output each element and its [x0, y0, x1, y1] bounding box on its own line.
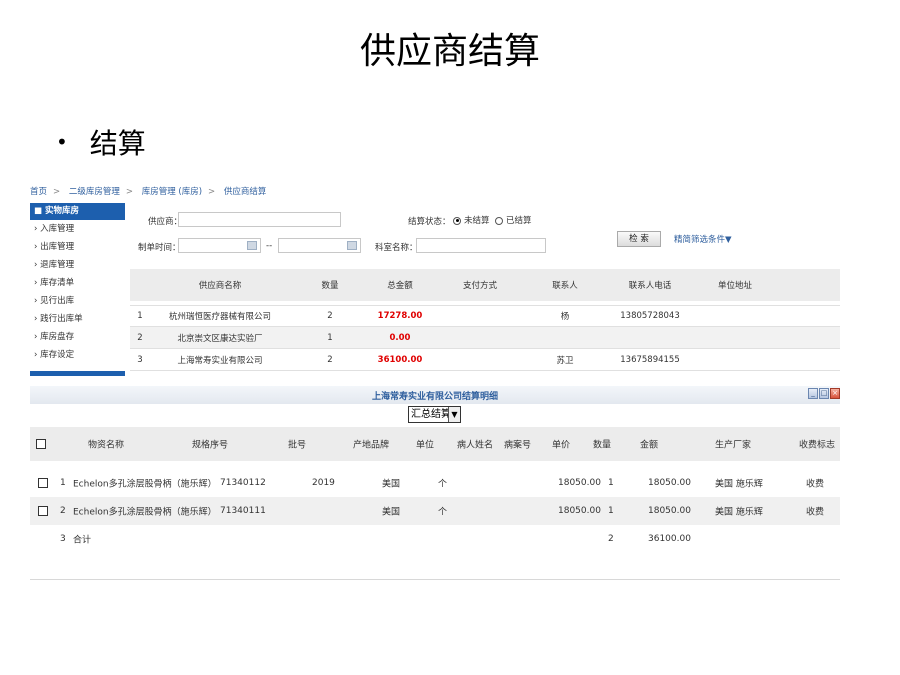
supplier-settlement-screen: 首页 > 二级库房管理 > 库房管理 (库房) > 供应商结算 ■ 实物库房 › 入库…	[30, 184, 840, 376]
table-row[interactable]: 3 上海常寿实业有限公司 2 36100.00 苏卫 13675894155	[130, 349, 840, 371]
window-controls: _ □ ×	[808, 388, 840, 399]
status-label: 结算状态：	[408, 217, 451, 227]
supplier-table: 供应商名称 数量 总金额 支付方式 联系人 联系人电话 单位地址 1 杭州瑞恒医…	[130, 269, 840, 371]
col-amount: 总金额	[387, 281, 413, 291]
detail-table-header: 物资名称 规格序号 批号 产地品牌 单位 病人姓名 病案号 单价 数量 金额 生…	[30, 427, 840, 461]
row-checkbox[interactable]	[38, 506, 48, 516]
sidebar-item-return[interactable]: › 退库管理	[30, 256, 125, 274]
col-price: 单价	[552, 440, 571, 451]
detail-title: 上海常寿实业有限公司结算明细	[371, 392, 498, 402]
col-case-no: 病案号	[504, 440, 532, 451]
detail-titlebar: 上海常寿实业有限公司结算明细 _ □ ×	[30, 386, 840, 404]
table-row[interactable]: 2 北京崇文区康达实验厂 1 0.00	[130, 327, 840, 349]
sidebar-item-see-outbound[interactable]: › 见行出库	[30, 292, 125, 310]
settlement-mode-select[interactable]: 汇总结算 ▼	[408, 406, 461, 423]
radio-settled[interactable]	[495, 216, 503, 225]
select-all-checkbox[interactable]	[36, 439, 46, 449]
status-unsettled-option[interactable]: 未结算	[450, 214, 490, 226]
sidebar-item-inbound[interactable]: › 入库管理	[30, 220, 125, 238]
minimize-icon[interactable]: _	[808, 388, 818, 399]
slide-title: 供应商结算	[359, 31, 540, 72]
date-end-input[interactable]	[278, 238, 361, 253]
advanced-filter-link[interactable]: 精简筛选条件▼	[674, 233, 732, 245]
dept-input[interactable]	[416, 238, 546, 253]
close-icon[interactable]: ×	[830, 388, 840, 399]
supplier-input[interactable]	[178, 212, 341, 227]
col-address: 单位地址	[717, 281, 752, 291]
breadcrumb-home[interactable]: 首页	[30, 187, 47, 197]
maximize-icon[interactable]: □	[819, 388, 829, 399]
col-patient: 病人姓名	[457, 440, 494, 451]
sidebar-item-inventory[interactable]: › 库存清单	[30, 274, 125, 292]
sidebar-header[interactable]: ■ 实物库房	[30, 203, 125, 220]
col-unit: 单位	[416, 440, 435, 451]
col-batch: 批号	[288, 440, 307, 451]
supplier-label: 供应商：	[148, 217, 183, 227]
chevron-down-icon[interactable]: ▼	[448, 407, 460, 422]
col-supplier-name: 供应商名称	[198, 281, 242, 291]
col-material-name: 物资名称	[88, 440, 125, 451]
col-origin: 产地品牌	[353, 440, 390, 451]
radio-unsettled[interactable]	[453, 216, 461, 225]
breadcrumb-level2[interactable]: 二级库房管理	[69, 187, 120, 197]
sidebar: ■ 实物库房 › 入库管理 › 出库管理 › 退库管理 › 库存清单 › 见行出…	[30, 203, 125, 376]
col-phone: 联系人电话	[628, 281, 672, 291]
table-total-row: 3 合计 2 36100.00	[60, 534, 691, 546]
bullet-text: 结算	[89, 127, 146, 160]
sidebar-item-outbound-list[interactable]: › 践行出库单	[30, 310, 125, 328]
date-separator: --	[266, 241, 273, 251]
col-spec: 规格序号	[192, 440, 229, 451]
settlement-detail-window: 上海常寿实业有限公司结算明细 _ □ × 汇总结算 ▼ 物资名称 规格序号 批号…	[30, 386, 840, 580]
col-amount: 金额	[640, 440, 659, 451]
col-contact: 联系人	[552, 281, 578, 291]
detail-bottom-border	[30, 579, 840, 580]
col-charge: 收费标志	[799, 440, 836, 451]
col-qty: 数量	[321, 281, 339, 291]
sidebar-item-stocktake[interactable]: › 库房盘存	[30, 328, 125, 346]
table-row[interactable]: 1 Echelon多孔涂层股骨柄（施乐辉） 71340112 2019 美国 个…	[30, 469, 840, 497]
table-row[interactable]: 1 杭州瑞恒医疗器械有限公司 2 17278.00 杨 13805728043	[130, 305, 840, 327]
search-button[interactable]: 检 索	[617, 231, 661, 247]
dept-label: 科室名称：	[375, 243, 418, 253]
row-checkbox[interactable]	[38, 478, 48, 488]
col-maker: 生产厂家	[715, 440, 752, 451]
date-label: 制单时间：	[138, 243, 181, 253]
calendar-icon[interactable]	[347, 241, 357, 250]
sidebar-footer-bar	[30, 371, 125, 376]
col-pay: 支付方式	[462, 281, 497, 291]
date-start-input[interactable]	[178, 238, 261, 253]
breadcrumb: 首页 > 二级库房管理 > 库房管理 (库房) > 供应商结算	[30, 184, 840, 201]
col-qty: 数量	[593, 440, 612, 451]
bullet-dot: •	[56, 130, 68, 154]
sidebar-item-outbound[interactable]: › 出库管理	[30, 238, 125, 256]
status-settled-option[interactable]: 已结算	[492, 214, 532, 226]
table-row[interactable]: 2 Echelon多孔涂层股骨柄（施乐辉） 71340111 美国 个 1805…	[30, 497, 840, 525]
calendar-icon[interactable]	[247, 241, 257, 250]
supplier-table-header: 供应商名称 数量 总金额 支付方式 联系人 联系人电话 单位地址	[130, 269, 840, 301]
breadcrumb-current: 供应商结算	[223, 187, 267, 197]
sidebar-item-stock-settings[interactable]: › 库存设定	[30, 346, 125, 364]
main-panel: 供应商： 结算状态： 未结算 已结算 检 索 精简筛选条件▼ 制单时间： -- …	[130, 203, 840, 376]
breadcrumb-level3[interactable]: 库房管理 (库房)	[142, 187, 202, 197]
filter-bar: 供应商： 结算状态： 未结算 已结算 检 索 精简筛选条件▼ 制单时间： -- …	[130, 203, 840, 269]
bullet-item: • 结算	[56, 122, 146, 162]
